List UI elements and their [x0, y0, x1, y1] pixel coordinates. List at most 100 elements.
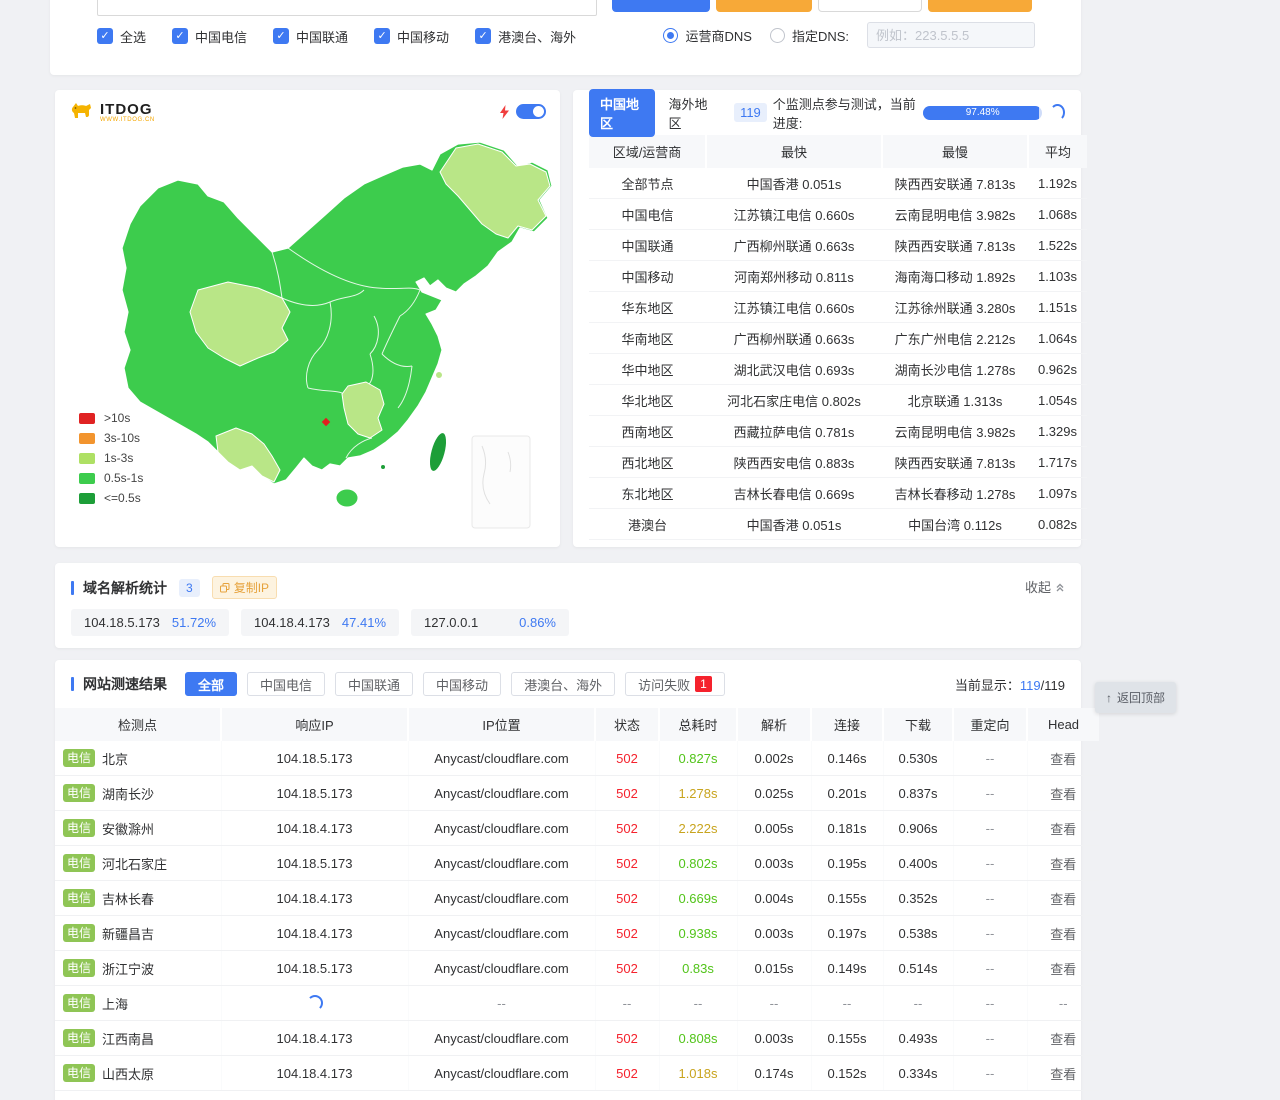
node-cell: 电信浙江宁波 — [55, 951, 221, 986]
node-cell: 电信上海 — [55, 986, 221, 1021]
connect-time-cell: 0.149s — [811, 951, 883, 986]
dns-ip-chip-2: 127.0.0.10.86% — [411, 609, 569, 636]
isp-checkbox-1[interactable]: ✓中国电信 — [172, 27, 247, 46]
stats-cell: 广东广州电信 2.212s — [882, 323, 1028, 354]
head-view-link[interactable]: 查看 — [1027, 881, 1099, 916]
isp-checkbox-3[interactable]: ✓中国移动 — [374, 27, 449, 46]
isp-checkbox-2[interactable]: ✓ 中国联通 — [273, 27, 348, 46]
tab-china-region[interactable]: 中国地区 — [589, 89, 655, 137]
secondary-action-button[interactable] — [716, 0, 812, 12]
head-view-link[interactable]: 查看 — [1027, 776, 1099, 811]
operator-dns-label: 运营商DNS — [685, 26, 751, 45]
redirect-cell: -- — [953, 951, 1027, 986]
legend-swatch — [79, 453, 95, 464]
checkbox-icon[interactable]: ✓ — [374, 28, 390, 44]
checkbox-icon[interactable]: ✓ — [475, 28, 491, 44]
region-stats-header: 中国地区 海外地区 119 个监测点参与测试，当前进度: 97.48% — [573, 90, 1081, 135]
showing-label: 当前显示： — [955, 678, 1020, 693]
url-input[interactable] — [97, 0, 597, 16]
checkbox-icon[interactable]: ✓ — [97, 28, 113, 44]
plain-action-button[interactable] — [818, 0, 922, 12]
table-row: 西南地区西藏拉萨电信 0.781s云南昆明电信 3.982s1.329s — [589, 416, 1087, 447]
response-ip-cell: 104.18.4.173 — [221, 1021, 408, 1056]
redirect-cell: -- — [953, 1056, 1027, 1091]
map-style-toggle[interactable] — [516, 104, 546, 119]
results-col-header: 重定向 — [953, 708, 1027, 741]
stats-col-header: 最慢 — [882, 135, 1028, 168]
head-view-link[interactable]: 查看 — [1027, 1056, 1099, 1091]
redirect-cell: -- — [953, 741, 1027, 776]
tertiary-action-button[interactable] — [928, 0, 1032, 12]
isp-badge: 电信 — [63, 924, 95, 942]
back-to-top-button[interactable]: ↑ 返回顶部 — [1095, 682, 1176, 713]
head-view-link[interactable]: 查看 — [1027, 916, 1099, 951]
filter-tab-1[interactable]: 中国电信 — [247, 672, 325, 696]
resolve-time-cell: 0.003s — [737, 1021, 811, 1056]
node-cell: 电信新疆昌吉 — [55, 916, 221, 951]
isp-checkbox-0[interactable]: ✓ 全选 — [97, 27, 146, 46]
checkbox-icon[interactable]: ✓ — [273, 28, 289, 44]
download-time-cell: 0.514s — [883, 951, 953, 986]
legend-item: >10s — [79, 408, 143, 428]
stats-cell: 1.151s — [1028, 292, 1087, 323]
checkbox-label: 中国联通 — [296, 27, 348, 46]
showing-count: 当前显示：119/119 — [955, 675, 1065, 694]
response-ip-cell: 104.18.5.173 — [221, 951, 408, 986]
results-title: 网站测速结果 — [83, 674, 167, 694]
checkbox-icon[interactable]: ✓ — [172, 28, 188, 44]
results-col-header: 状态 — [595, 708, 659, 741]
result-filter-tabs: 全部中国电信中国联通中国移动港澳台、海外访问失败1 — [167, 672, 725, 696]
resolve-time-cell: 0.004s — [737, 881, 811, 916]
filter-tab-3[interactable]: 中国移动 — [423, 672, 501, 696]
isp-badge: 电信 — [63, 784, 95, 802]
stats-cell: 1.064s — [1028, 323, 1087, 354]
operator-dns-radio[interactable] — [663, 28, 678, 43]
primary-action-button[interactable] — [612, 0, 710, 12]
filter-tab-5[interactable]: 访问失败1 — [625, 672, 725, 696]
ip-address: 104.18.5.173 — [84, 615, 160, 630]
head-view-link[interactable]: 查看 — [1027, 811, 1099, 846]
ip-location-cell: Anycast/cloudflare.com — [408, 776, 595, 811]
speed-bolt-icon — [500, 105, 509, 119]
isp-checkbox-4[interactable]: ✓港澳台、海外 — [475, 27, 576, 46]
legend-label: 1s-3s — [104, 451, 133, 465]
head-view-link[interactable]: 查看 — [1027, 846, 1099, 881]
head-view-link[interactable]: 查看 — [1027, 951, 1099, 986]
custom-dns-radio[interactable] — [770, 28, 785, 43]
redirect-cell: -- — [953, 811, 1027, 846]
filter-tab-label: 访问失败 — [638, 675, 690, 694]
stats-cell: 1.522s — [1028, 230, 1087, 261]
table-row: 电信吉林长春104.18.4.173Anycast/cloudflare.com… — [55, 881, 1099, 916]
isp-badge: 电信 — [63, 994, 95, 1012]
copy-ip-button[interactable]: 复制IP — [212, 576, 277, 599]
china-map-card: ITDOG WWW.ITDOG.CN — [55, 90, 560, 547]
total-time-cell: 0.83s — [659, 951, 737, 986]
dns-ip-list: 104.18.5.17351.72%104.18.4.17347.41%127.… — [71, 609, 569, 636]
dns-stats-title: 域名解析统计 — [83, 578, 167, 598]
head-view-link[interactable]: 查看 — [1027, 741, 1099, 776]
title-accent-bar — [71, 677, 74, 691]
ip-address: 104.18.4.173 — [254, 615, 330, 630]
tab-overseas-region[interactable]: 海外地区 — [669, 94, 713, 132]
ip-location-cell: Anycast/cloudflare.com — [408, 846, 595, 881]
resolve-time-cell: 0.003s — [737, 916, 811, 951]
china-map — [120, 140, 560, 540]
filter-tab-2[interactable]: 中国联通 — [335, 672, 413, 696]
response-ip-cell: 104.18.4.173 — [221, 881, 408, 916]
table-row: 港澳台中国香港 0.051s中国台湾 0.112s0.082s — [589, 509, 1087, 540]
isp-badge: 电信 — [63, 959, 95, 977]
table-row: 电信浙江宁波104.18.5.173Anycast/cloudflare.com… — [55, 951, 1099, 986]
download-time-cell: -- — [883, 986, 953, 1021]
checkbox-label: 全选 — [120, 27, 146, 46]
head-view-link[interactable]: 查看 — [1027, 1021, 1099, 1056]
filter-tab-4[interactable]: 港澳台、海外 — [511, 672, 615, 696]
download-time-cell: 0.837s — [883, 776, 953, 811]
isp-badge: 电信 — [63, 1064, 95, 1082]
filter-tab-0[interactable]: 全部 — [185, 672, 237, 696]
region-stats-table: 区域/运营商最快最慢平均 全部节点中国香港 0.051s陕西西安联通 7.813… — [589, 135, 1087, 540]
collapse-button[interactable]: 收起 — [1025, 577, 1065, 596]
custom-dns-input[interactable] — [867, 22, 1035, 48]
dns-count-badge: 3 — [179, 579, 200, 597]
resolve-time-cell: 0.005s — [737, 811, 811, 846]
isp-badge: 电信 — [63, 1029, 95, 1047]
